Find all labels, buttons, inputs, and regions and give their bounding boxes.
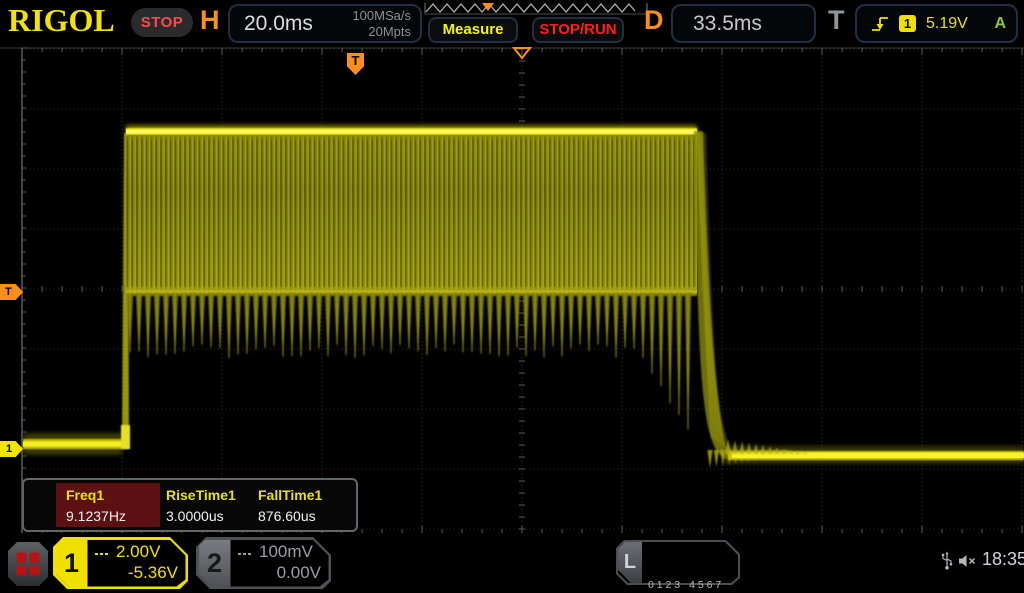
measurement-risetime1[interactable]: RiseTime1 3.0000us	[160, 483, 252, 527]
rigol-logo: RIGOL	[8, 2, 115, 39]
logic-analyzer-badge[interactable]: L 0 1 2 34 5 6 7 8 9 10 1112 13 14 15	[616, 540, 740, 585]
sample-rate: 100MSa/s	[352, 8, 411, 24]
measurement-label: FallTime1	[258, 487, 352, 503]
measurement-label: Freq1	[66, 487, 160, 503]
horizontal-timebase-box[interactable]: 20.0ms 100MSa/s 20Mpts	[228, 4, 422, 43]
measurement-panel: Freq1 9.1237Hz RiseTime1 3.0000us FallTi…	[22, 478, 358, 532]
memory-depth: 20Mpts	[352, 24, 411, 40]
delay-reference-marker	[512, 47, 532, 60]
channel1-trace	[23, 125, 1024, 468]
channel1-badge[interactable]: 1 2.00V -5.36V	[53, 537, 188, 589]
falling-edge-icon	[871, 14, 889, 34]
channel2-badge[interactable]: 2 100mV 0.00V	[196, 537, 331, 589]
trigger-source-badge: 1	[899, 15, 916, 32]
delay-value: 33.5ms	[693, 6, 762, 41]
channel1-scale: 2.00V	[116, 542, 160, 562]
channel2-scale: 100mV	[259, 542, 313, 562]
dc-coupling-icon	[95, 550, 110, 555]
acquisition-info: 100MSa/s 20Mpts	[352, 8, 411, 40]
memory-position-bar	[424, 1, 648, 15]
trigger-label: T	[828, 5, 845, 36]
clock: 18:35	[982, 549, 1024, 570]
trigger-box[interactable]: 1 5.19V A	[855, 4, 1018, 43]
measure-button[interactable]: Measure	[428, 17, 518, 43]
channel2-offset: 0.00V	[238, 563, 321, 583]
acquisition-status-badge: STOP	[131, 8, 193, 37]
measurement-value: 3.0000us	[166, 508, 252, 524]
delay-label: D	[644, 5, 664, 36]
menu-grid-icon	[17, 553, 40, 576]
trigger-level-value: 5.19V	[926, 15, 968, 33]
menu-button[interactable]	[8, 542, 48, 586]
trigger-mode: A	[994, 15, 1006, 33]
horizontal-label: H	[200, 5, 220, 36]
stop-run-button[interactable]: STOP/RUN	[532, 17, 624, 43]
measurement-falltime1[interactable]: FallTime1 876.60us	[252, 483, 352, 527]
measurement-freq1[interactable]: Freq1 9.1237Hz	[56, 483, 160, 527]
la-channel-numbers: 0 1 2 34 5 6 7 8 9 10 1112 13 14 15	[648, 545, 755, 593]
measurement-value: 9.1237Hz	[66, 508, 160, 524]
top-status-bar: RIGOL STOP H 20.0ms 100MSa/s 20Mpts Meas…	[0, 0, 1024, 46]
delay-box[interactable]: 33.5ms	[671, 4, 816, 43]
timebase-value: 20.0ms	[244, 6, 313, 41]
oscilloscope-screen: RIGOL STOP H 20.0ms 100MSa/s 20Mpts Meas…	[0, 0, 1024, 593]
bottom-status-bar: 1 2.00V -5.36V 2 100mV 0.00V	[0, 535, 1024, 593]
usb-icon	[941, 551, 953, 571]
channel1-offset: -5.36V	[95, 563, 178, 583]
speaker-muted-icon	[958, 554, 978, 568]
measurement-value: 876.60us	[258, 508, 352, 524]
dc-coupling-icon	[238, 550, 253, 555]
measurement-label: RiseTime1	[166, 487, 252, 503]
